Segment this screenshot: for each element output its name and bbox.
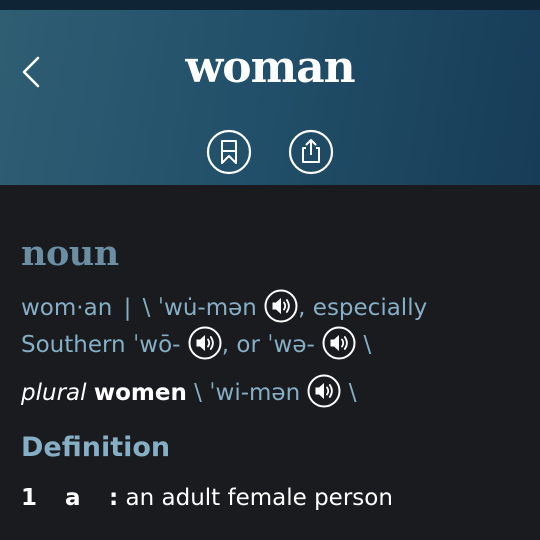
dictionary-entry-screen: woman noun wom·an | \ ˈwu̇-mən , especia… bbox=[0, 0, 540, 540]
definition-heading: Definition bbox=[21, 432, 171, 463]
audio-icon[interactable] bbox=[264, 289, 298, 323]
plural-label: plural bbox=[21, 380, 87, 406]
plural-pronunciation: \ ˈwi-mən bbox=[194, 380, 301, 406]
region-label: Southern bbox=[21, 332, 126, 358]
pronunciation-suffix-3: \ bbox=[363, 332, 372, 358]
plural-suffix: \ bbox=[348, 380, 357, 406]
pronunciation-line-2: Southern ˈwō- , or ˈwə- \ bbox=[21, 326, 371, 360]
pronunciation-suffix-2: , or bbox=[221, 332, 260, 358]
audio-icon[interactable] bbox=[188, 326, 222, 360]
sense-colon: : bbox=[109, 485, 119, 511]
status-bar bbox=[0, 0, 540, 10]
share-icon bbox=[288, 129, 334, 175]
audio-icon[interactable] bbox=[307, 374, 341, 408]
plural-line: plural women \ ˈwi-mən \ bbox=[21, 374, 357, 408]
divider: | bbox=[123, 295, 132, 321]
headword-title: woman bbox=[185, 42, 355, 93]
pronunciation-southern: ˈwō- bbox=[132, 332, 181, 358]
pronunciation-alternate: ˈwə- bbox=[267, 332, 315, 358]
audio-icon[interactable] bbox=[322, 326, 356, 360]
pronunciation-line-1: wom·an | \ ˈwu̇-mən , especially bbox=[21, 289, 427, 323]
sense-text: an adult female person bbox=[125, 485, 393, 511]
sense-letter: a bbox=[65, 485, 81, 511]
definition-sense: 1 a: an adult female person bbox=[21, 483, 393, 513]
part-of-speech: noun bbox=[21, 233, 119, 274]
syllables: wom·an bbox=[21, 295, 113, 321]
bookmark-button[interactable] bbox=[206, 129, 252, 175]
share-button[interactable] bbox=[288, 129, 334, 175]
plural-word: women bbox=[93, 380, 187, 406]
pronunciation-primary: \ ˈwu̇-mən bbox=[142, 295, 257, 321]
pronunciation-suffix-1: , especially bbox=[298, 295, 428, 321]
entry-header: woman bbox=[0, 10, 540, 185]
sense-number: 1 bbox=[21, 485, 38, 511]
bookmark-icon bbox=[206, 129, 252, 175]
